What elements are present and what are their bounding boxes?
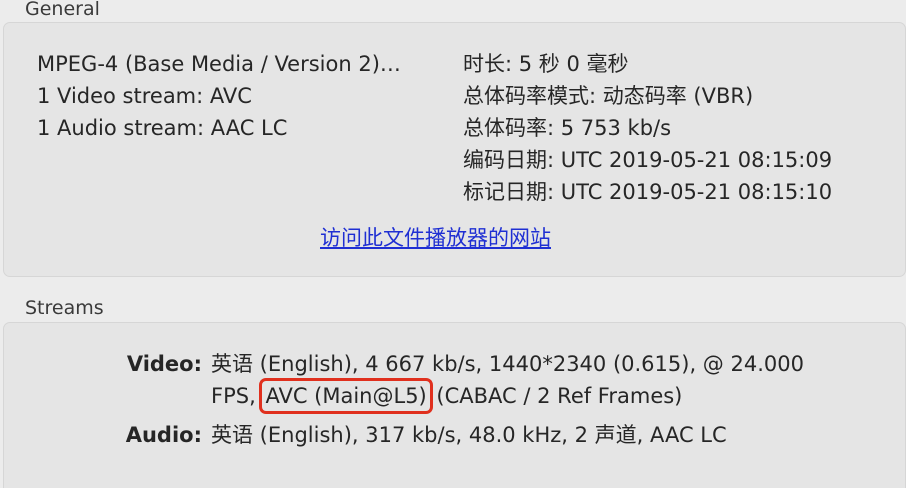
streams-group-box: Video: 英语 (English), 4 667 kb/s, 1440*23… bbox=[3, 322, 906, 488]
bitrate-mode-line: 总体码率模式: 动态码率 (VBR) bbox=[463, 84, 754, 108]
streams-section-title: Streams bbox=[25, 297, 104, 319]
audio-stream-line1: 英语 (English), 317 kb/s, 48.0 kHz, 2 声道, … bbox=[211, 423, 727, 447]
video-stream-line2-suffix: (CABAC / 2 Ref Frames) bbox=[429, 384, 683, 408]
overall-bitrate-line: 总体码率: 5 753 kb/s bbox=[463, 116, 672, 140]
media-info-window: General MPEG-4 (Base Media / Version 2)…… bbox=[0, 0, 906, 488]
duration-line: 时长: 5 秒 0 毫秒 bbox=[463, 52, 629, 76]
general-group-box: MPEG-4 (Base Media / Version 2)… 1 Video… bbox=[3, 22, 906, 277]
audio-stream-label: Audio: bbox=[125, 423, 202, 447]
video-stream-line2: FPS, AVC (Main@L5) (CABAC / 2 Ref Frames… bbox=[211, 378, 683, 414]
general-section-title: General bbox=[25, 0, 100, 20]
format-line: MPEG-4 (Base Media / Version 2)… bbox=[37, 52, 401, 76]
video-stream-line1: 英语 (English), 4 667 kb/s, 1440*2340 (0.6… bbox=[211, 352, 804, 376]
tagged-date-line: 标记日期: UTC 2019-05-21 08:15:10 bbox=[463, 180, 833, 204]
codec-profile-highlight: AVC (Main@L5) bbox=[259, 378, 433, 414]
video-stream-label: Video: bbox=[126, 352, 202, 376]
encoded-date-line: 编码日期: UTC 2019-05-21 08:15:09 bbox=[463, 148, 833, 172]
player-website-link[interactable]: 访问此文件播放器的网站 bbox=[320, 223, 551, 253]
video-stream-count: 1 Video stream: AVC bbox=[37, 84, 252, 108]
audio-stream-count: 1 Audio stream: AAC LC bbox=[37, 116, 288, 140]
video-stream-line2-prefix: FPS, bbox=[211, 384, 263, 408]
